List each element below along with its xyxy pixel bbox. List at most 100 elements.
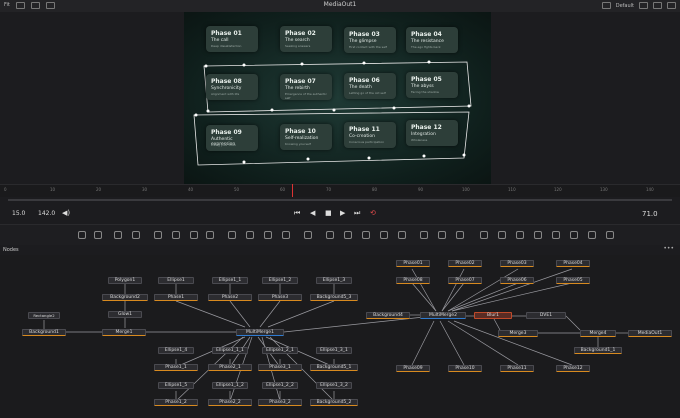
3d-image-plane-icon[interactable]	[588, 231, 596, 239]
ellipse-tool-icon[interactable]	[344, 231, 352, 239]
text-tool-icon[interactable]	[114, 231, 122, 239]
node-phase05[interactable]: Phase05	[556, 277, 590, 284]
node-background2[interactable]: Background2	[102, 294, 148, 301]
node-phase07[interactable]: Phase07	[448, 277, 482, 284]
particle-tool-icon[interactable]	[172, 231, 180, 239]
paint-stroke-icon[interactable]	[398, 231, 406, 239]
node-mediaout1[interactable]: MediaOut1	[628, 330, 672, 337]
node-multimerge2[interactable]: MultiMerge2	[420, 312, 466, 319]
node-phase2-2[interactable]: Phase2_2	[208, 399, 252, 406]
current-frame-field[interactable]: 71.0	[642, 210, 658, 218]
3d-renderer-icon[interactable]	[570, 231, 578, 239]
node-phase1-1[interactable]: Phase1_1	[154, 364, 198, 371]
node-polygon1[interactable]: Polygon1	[108, 277, 142, 284]
roi-icon[interactable]	[653, 2, 662, 9]
node-ellipse1-5[interactable]: Ellipse1_5	[158, 382, 194, 389]
matte-tool-icon[interactable]	[304, 231, 312, 239]
node-ellipse1-2[interactable]: Ellipse1_2	[262, 277, 298, 284]
node-ellipse1[interactable]: Ellipse1	[158, 277, 194, 284]
node-ellipse1-1-1[interactable]: Ellipse1_1_1	[212, 347, 248, 354]
node-phase12[interactable]: Phase12	[556, 365, 590, 372]
blur-tool-icon[interactable]	[206, 231, 214, 239]
node-multimerge1[interactable]: MultiMerge1	[236, 329, 284, 336]
grid-icon[interactable]	[601, 2, 611, 9]
layout-preset-dropdown[interactable]: Default	[616, 3, 634, 9]
time-ruler[interactable]: 0 10 20 30 40 50 60 70 80 90 100 110 120…	[0, 184, 680, 198]
node-ellipse1-2-1[interactable]: Ellipse1_2_1	[262, 347, 298, 354]
node-background4[interactable]: Background4	[366, 312, 410, 319]
node-phase3-1[interactable]: Phase3_1	[258, 364, 302, 371]
rectangle-tool-icon[interactable]	[326, 231, 334, 239]
go-to-start-icon[interactable]: ⏮	[294, 209, 300, 218]
go-to-end-icon[interactable]: ⏭	[354, 209, 360, 218]
resize-tool-icon[interactable]	[282, 231, 290, 239]
node-phase03[interactable]: Phase03	[500, 260, 534, 267]
node-phase11[interactable]: Phase11	[500, 365, 534, 372]
node-graph[interactable]: Rectangle2 Background1 Polygon1 Backgrou…	[0, 255, 680, 418]
node-dve1[interactable]: DVE1	[526, 312, 566, 319]
node-ellipse1-3-1[interactable]: Ellipse1_3_1	[316, 347, 352, 354]
node-phase2[interactable]: Phase2	[208, 294, 252, 301]
node-phase10[interactable]: Phase10	[448, 365, 482, 372]
node-phase06[interactable]: Phase06	[500, 277, 534, 284]
global-end-field[interactable]: 142.0	[38, 210, 55, 217]
play-icon[interactable]: ▶	[340, 209, 345, 217]
audio-icon[interactable]: ◀)	[62, 209, 70, 217]
background-tool-icon[interactable]	[78, 231, 86, 239]
panel-menu-icon[interactable]: •••	[663, 245, 674, 252]
stabilizer-tool-icon[interactable]	[438, 231, 446, 239]
node-phase01[interactable]: Phase01	[396, 260, 430, 267]
node-phase02[interactable]: Phase02	[448, 260, 482, 267]
node-phase3-2[interactable]: Phase3_2	[258, 399, 302, 406]
node-ellipse1-3-2[interactable]: Ellipse1_3_2	[316, 382, 352, 389]
node-phase2-1[interactable]: Phase2_1	[208, 364, 252, 371]
node-phase09[interactable]: Phase09	[396, 365, 430, 372]
viewer[interactable]: Phase 01 The call Deep dissatisfaction Pha…	[0, 12, 680, 184]
node-background1[interactable]: Background1	[22, 329, 66, 336]
3d-merge-icon[interactable]	[516, 231, 524, 239]
loop-icon[interactable]: ⟲	[370, 209, 376, 217]
node-phase04[interactable]: Phase04	[556, 260, 590, 267]
image-tool-icon[interactable]	[94, 231, 102, 239]
color-tool-icon[interactable]	[190, 231, 198, 239]
node-background5-3[interactable]: Background5_3	[310, 294, 358, 301]
crop-tool-icon[interactable]	[264, 231, 272, 239]
node-ellipse1-1[interactable]: Ellipse1_1	[212, 277, 248, 284]
node-rectangle2[interactable]: Rectangle2	[28, 312, 60, 319]
polygon-tool-icon[interactable]	[362, 231, 370, 239]
3d-shape-icon[interactable]	[480, 231, 488, 239]
node-ellipse1-1-2[interactable]: Ellipse1_1_2	[212, 382, 248, 389]
node-merge4[interactable]: Merge4	[580, 330, 616, 337]
3d-camera-icon[interactable]	[534, 231, 542, 239]
range-bar[interactable]	[0, 197, 680, 203]
node-phase1[interactable]: Phase1	[154, 294, 198, 301]
node-merge3[interactable]: Merge3	[498, 330, 538, 337]
node-background1-1[interactable]: Background1_1	[574, 347, 622, 354]
particle-emitter-icon[interactable]	[606, 231, 614, 239]
more-icon[interactable]	[667, 2, 676, 9]
global-start-field[interactable]: 15.0	[12, 210, 25, 217]
playhead[interactable]	[292, 184, 293, 198]
play-reverse-icon[interactable]: ◀	[310, 209, 315, 217]
node-ellipse1-4[interactable]: Ellipse1_4	[158, 347, 194, 354]
paint-tool-icon[interactable]	[132, 231, 140, 239]
merge-tool-icon[interactable]	[228, 231, 236, 239]
node-phase3[interactable]: Phase3	[258, 294, 302, 301]
lut-icon[interactable]	[639, 2, 648, 9]
mask-tool-icon[interactable]	[154, 231, 162, 239]
stop-icon[interactable]: ■	[325, 209, 332, 217]
bspline-tool-icon[interactable]	[380, 231, 388, 239]
3d-text-icon[interactable]	[498, 231, 506, 239]
node-phase08[interactable]: Phase08	[396, 277, 430, 284]
node-merge1[interactable]: Merge1	[102, 329, 146, 336]
tracker-tool-icon[interactable]	[420, 231, 428, 239]
node-phase1-2[interactable]: Phase1_2	[154, 399, 198, 406]
node-ellipse1-3[interactable]: Ellipse1_3	[316, 277, 352, 284]
node-blur1[interactable]: Blur1	[474, 312, 512, 319]
node-background5-2[interactable]: Background5_2	[310, 399, 358, 406]
transform-tool-icon[interactable]	[246, 231, 254, 239]
3d-light-icon[interactable]	[552, 231, 560, 239]
node-glow1[interactable]: Glow1	[108, 311, 142, 318]
node-ellipse1-2-2[interactable]: Ellipse1_2_2	[262, 382, 298, 389]
planar-tool-icon[interactable]	[456, 231, 464, 239]
